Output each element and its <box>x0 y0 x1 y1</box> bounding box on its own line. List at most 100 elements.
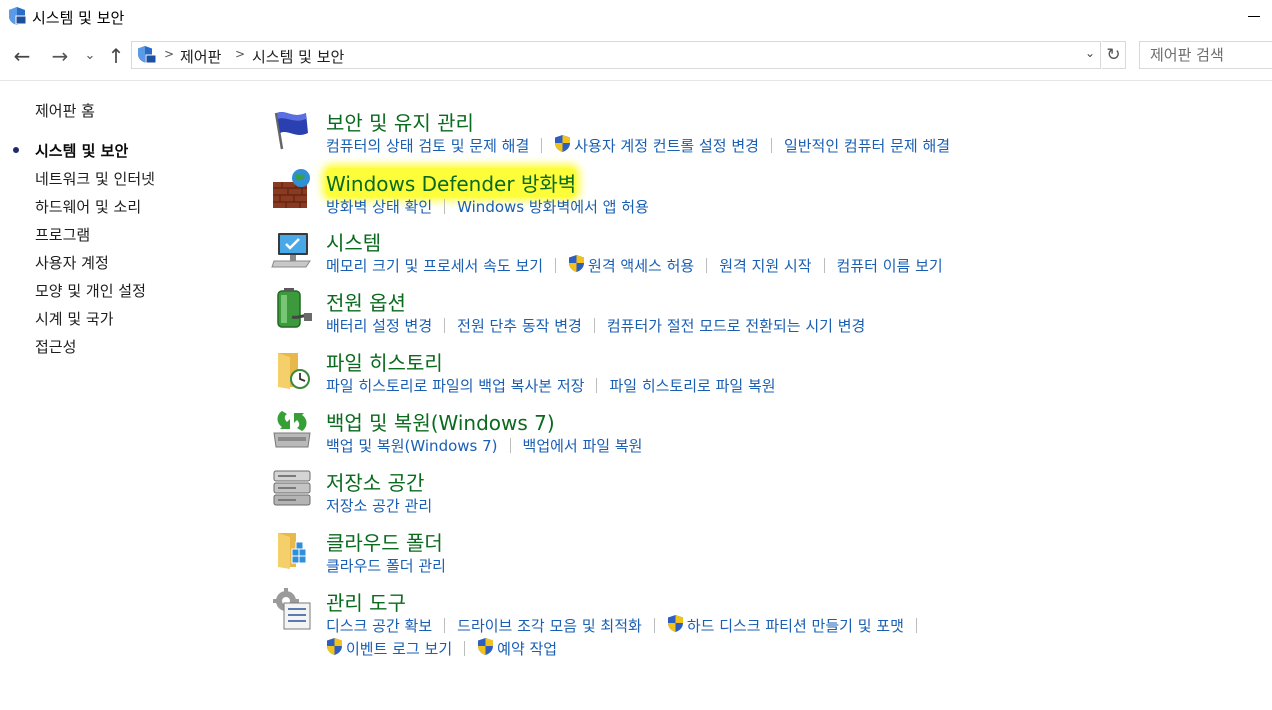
shield-icon <box>9 7 27 25</box>
link-separator <box>593 318 595 333</box>
link-manage-cloud-folders[interactable]: 클라우드 폴더 관리 <box>326 555 446 576</box>
current-page-bullet-icon <box>13 147 19 153</box>
link-separator <box>541 138 543 153</box>
category-links: 컴퓨터의 상태 검토 및 문제 해결 사용자 계정 컨트롤 설정 변경 일반적인 컴… <box>326 135 950 156</box>
title-bar: 시스템 및 보안 <box>0 0 1272 34</box>
link-separator <box>915 618 917 633</box>
link-allow-remote-access[interactable]: 원격 액세스 허용 <box>588 255 694 276</box>
link-separator <box>464 641 466 656</box>
sidebar-item-hardware-sound[interactable]: 하드웨어 및 소리 <box>35 196 141 217</box>
sidebar-item-accessibility[interactable]: 접근성 <box>35 336 76 357</box>
link-change-uac-settings[interactable]: 사용자 계정 컨트롤 설정 변경 <box>574 135 759 156</box>
chevron-down-icon[interactable]: ⌄ <box>1082 46 1098 64</box>
link-manage-storage-spaces[interactable]: 저장소 공간 관리 <box>326 495 432 516</box>
link-separator <box>509 438 511 453</box>
link-save-backup-copies[interactable]: 파일 히스토리로 파일의 백업 복사본 저장 <box>326 375 584 396</box>
link-separator <box>596 378 598 393</box>
sidebar-item-programs[interactable]: 프로그램 <box>35 224 90 245</box>
link-separator <box>823 258 825 273</box>
category-windows-defender-firewall: Windows Defender 방화벽 방화벽 상태 확인 Windows 방화… <box>270 168 1270 226</box>
category-links: 디스크 공간 확보 드라이브 조각 모음 및 최적화 하드 디스크 파티션 만들기 … <box>326 615 929 636</box>
category-links: 백업 및 복원(Windows 7) 백업에서 파일 복원 <box>326 435 642 456</box>
category-title-storage-spaces[interactable]: 저장소 공간 <box>326 467 424 496</box>
back-arrow-icon[interactable]: ← <box>10 44 34 68</box>
category-power-options: 전원 옵션 배터리 설정 변경 전원 단추 동작 변경 컴퓨터가 절전 모드로 전환… <box>270 287 1270 345</box>
link-launch-remote-assistance[interactable]: 원격 지원 시작 <box>719 255 811 276</box>
link-view-ram-processor[interactable]: 메모리 크기 및 프로세서 속도 보기 <box>326 255 543 276</box>
uac-shield-icon <box>327 638 342 655</box>
link-restore-files[interactable]: 파일 히스토리로 파일 복원 <box>609 375 775 396</box>
category-title-administrative-tools[interactable]: 관리 도구 <box>326 587 406 616</box>
link-change-power-buttons[interactable]: 전원 단추 동작 변경 <box>457 315 582 336</box>
category-links: 배터리 설정 변경 전원 단추 동작 변경 컴퓨터가 절전 모드로 전환되는 시기 … <box>326 315 865 336</box>
link-separator <box>653 618 655 633</box>
navigation-bar: ← → ⌄ ↑ > 제어판 > 시스템 및 보안 ⌄ ↻ <box>0 38 1272 74</box>
breadcrumb-separator-icon[interactable]: > <box>164 47 174 61</box>
category-links: 메모리 크기 및 프로세서 속도 보기 원격 액세스 허용 원격 지원 시작 컴퓨터 … <box>326 255 943 276</box>
sidebar-item-network-internet[interactable]: 네트워크 및 인터넷 <box>35 168 155 189</box>
link-separator <box>444 318 446 333</box>
category-links: 클라우드 폴더 관리 <box>326 555 446 576</box>
link-troubleshoot-common-problems[interactable]: 일반적인 컴퓨터 문제 해결 <box>784 135 950 156</box>
category-administrative-tools: 관리 도구 디스크 공간 확보 드라이브 조각 모음 및 최적화 하드 디스크 파티… <box>270 587 1270 658</box>
link-defragment-optimize-drives[interactable]: 드라이브 조각 모음 및 최적화 <box>457 615 642 636</box>
sidebar-item-control-panel-home[interactable]: 제어판 홈 <box>35 100 95 121</box>
uac-shield-icon <box>569 255 585 272</box>
sidebar-item-user-accounts[interactable]: 사용자 계정 <box>35 252 109 273</box>
link-allow-app-through-firewall[interactable]: Windows 방화벽에서 앱 허용 <box>457 196 649 217</box>
link-schedule-tasks[interactable]: 예약 작업 <box>497 638 557 659</box>
category-storage-spaces: 저장소 공간 저장소 공간 관리 <box>270 467 1270 525</box>
uac-shield-icon <box>555 135 571 152</box>
flag-icon[interactable] <box>270 107 314 151</box>
search-input[interactable] <box>1139 41 1272 69</box>
link-change-sleep-time[interactable]: 컴퓨터가 절전 모드로 전환되는 시기 변경 <box>607 315 865 336</box>
category-title-backup-restore[interactable]: 백업 및 복원(Windows 7) <box>326 407 555 436</box>
category-title-power-options[interactable]: 전원 옵션 <box>326 287 406 316</box>
link-review-computer-status[interactable]: 컴퓨터의 상태 검토 및 문제 해결 <box>326 135 529 156</box>
link-backup-restore-win7[interactable]: 백업 및 복원(Windows 7) <box>326 435 498 456</box>
category-cloud-folders: 클라우드 폴더 클라우드 폴더 관리 <box>270 527 1270 585</box>
sidebar-item-clock-region[interactable]: 시계 및 국가 <box>35 308 114 329</box>
uac-shield-icon <box>478 638 494 655</box>
storage-icon[interactable] <box>270 467 314 511</box>
link-separator <box>770 138 772 153</box>
sidebar-item-system-security[interactable]: 시스템 및 보안 <box>35 140 128 161</box>
file-history-icon[interactable] <box>270 347 314 391</box>
link-view-event-logs[interactable]: 이벤트 로그 보기 <box>346 638 452 659</box>
link-separator <box>555 258 557 273</box>
backup-icon[interactable] <box>270 407 314 451</box>
recent-locations-chevron-icon[interactable]: ⌄ <box>82 44 98 68</box>
breadcrumb-control-panel[interactable]: 제어판 <box>180 46 221 67</box>
uac-shield-icon <box>667 615 683 632</box>
category-title-system[interactable]: 시스템 <box>326 227 381 256</box>
admin-tools-icon[interactable] <box>270 587 314 631</box>
breadcrumb-system-security[interactable]: 시스템 및 보안 <box>252 46 344 67</box>
category-links: 저장소 공간 관리 <box>326 495 432 516</box>
link-see-computer-name[interactable]: 컴퓨터 이름 보기 <box>837 255 943 276</box>
breadcrumb-separator-icon[interactable]: > <box>235 47 245 61</box>
link-create-format-partitions[interactable]: 하드 디스크 파티션 만들기 및 포맷 <box>687 615 904 636</box>
link-check-firewall-status[interactable]: 방화벽 상태 확인 <box>326 196 432 217</box>
divider <box>0 80 1272 81</box>
category-title-file-history[interactable]: 파일 히스토리 <box>326 347 443 376</box>
category-backup-restore: 백업 및 복원(Windows 7) 백업 및 복원(Windows 7) 백업에… <box>270 407 1270 465</box>
computer-icon[interactable] <box>270 227 314 271</box>
firewall-icon[interactable] <box>270 168 314 212</box>
minimize-button[interactable] <box>1248 2 1262 22</box>
sidebar-item-appearance[interactable]: 모양 및 개인 설정 <box>35 280 146 301</box>
cloud-folder-icon[interactable] <box>270 527 314 571</box>
category-links-second-row: 이벤트 로그 보기 예약 작업 <box>326 638 557 659</box>
battery-icon[interactable] <box>270 287 314 331</box>
category-links: 방화벽 상태 확인 Windows 방화벽에서 앱 허용 <box>326 196 649 217</box>
category-title-windows-defender-firewall[interactable]: Windows Defender 방화벽 <box>326 168 577 197</box>
address-bar[interactable]: > 제어판 > 시스템 및 보안 ⌄ <box>131 41 1101 69</box>
refresh-icon[interactable]: ↻ <box>1102 41 1126 69</box>
link-free-disk-space[interactable]: 디스크 공간 확보 <box>326 615 432 636</box>
link-separator <box>444 618 446 633</box>
link-restore-files-from-backup[interactable]: 백업에서 파일 복원 <box>523 435 643 456</box>
category-title-security-maintenance[interactable]: 보안 및 유지 관리 <box>326 107 474 136</box>
up-arrow-icon[interactable]: ↑ <box>104 44 128 68</box>
forward-arrow-icon[interactable]: → <box>48 44 72 68</box>
link-change-battery-settings[interactable]: 배터리 설정 변경 <box>326 315 432 336</box>
category-title-cloud-folders[interactable]: 클라우드 폴더 <box>326 527 443 556</box>
